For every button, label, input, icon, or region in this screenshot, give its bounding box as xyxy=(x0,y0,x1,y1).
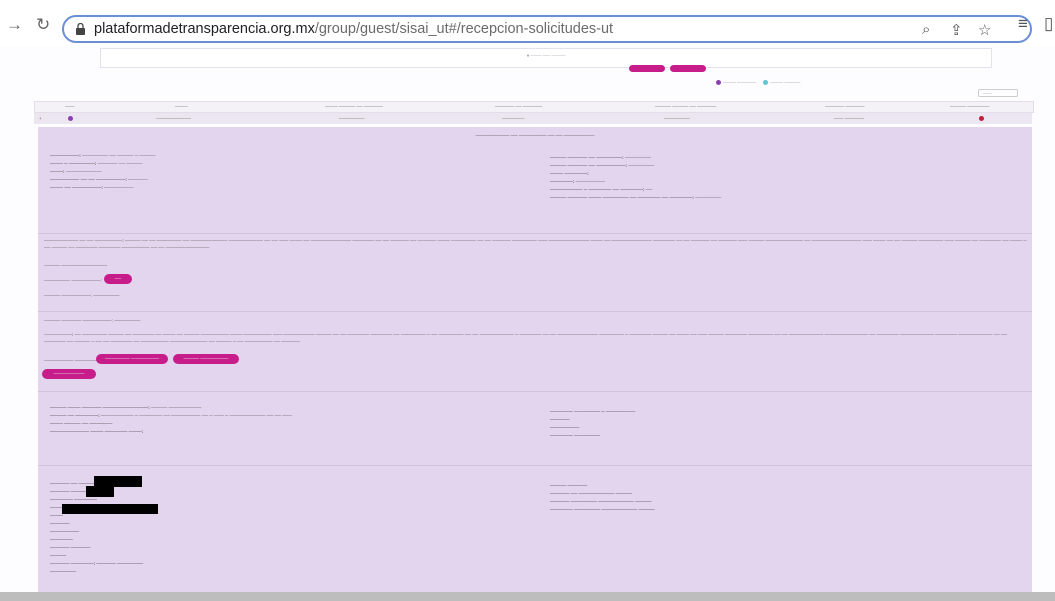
browser-toolbar: → ↻ plataformadetransparencia.org.mx/gro… xyxy=(0,0,1055,46)
applicant-field: ────── xyxy=(50,521,70,526)
section-divider xyxy=(38,233,1032,234)
last-response-date: ───── ────── ─────────: ──────── xyxy=(44,318,141,323)
column-header: ────── ────── xyxy=(825,104,865,109)
regulation-button[interactable]: ────────── xyxy=(42,369,96,379)
bookmark-star-icon[interactable]: ☆ xyxy=(978,21,991,39)
attachments-label: ──────── ─────────: xyxy=(44,278,102,283)
request-description: ─────────── ── ── ─────────: ───── ── ──… xyxy=(44,238,1027,250)
detail-field: ──── ── ─────────: ───────── xyxy=(50,185,134,190)
detail-field: ──── ───── ── ─────── xyxy=(50,421,113,426)
reception-date: ───── ─────────: ──────── xyxy=(44,293,120,298)
attachment-button[interactable]: ── xyxy=(104,274,132,284)
request-detail-panel: ────────── ── ──────── ── ── ───────── ─… xyxy=(38,127,1032,601)
search-input[interactable]: ─── xyxy=(978,89,1018,97)
applicant-field: ────── ───────: ────── ──────── xyxy=(50,561,144,566)
legend-dot-cyan xyxy=(763,80,769,86)
forward-arrow-icon[interactable]: → xyxy=(6,15,23,35)
applicant-field: ──── xyxy=(50,513,64,518)
redaction-box xyxy=(62,504,158,514)
detail-field: ───────: ───────── xyxy=(550,179,605,184)
action-icon[interactable] xyxy=(979,116,984,121)
section-divider xyxy=(38,311,1032,312)
page-content: ● ─── ── ──── ──── ────── ──── ───── ───… xyxy=(0,46,1055,601)
detail-field: ─────────: ──────── ── ───── ─ ───── xyxy=(50,153,156,158)
share-icon[interactable]: ⇪ xyxy=(950,21,963,39)
summary-card: ● ─── ── ──── xyxy=(100,48,992,68)
representative-field: ─────── ──────── ─────────── ───── xyxy=(550,507,655,512)
table-cell: ─────── xyxy=(502,116,525,121)
detail-field: ──────────── ──── ─────── ────: xyxy=(50,429,144,434)
detail-field: ──── ───────: xyxy=(550,171,589,176)
column-header: ───── ─────── xyxy=(950,104,990,109)
table-row[interactable]: + ─────────── ──────── ─────── ──────── … xyxy=(34,113,1032,124)
applicant-field: ───────── xyxy=(50,529,80,534)
zoom-icon[interactable]: ⌕ xyxy=(922,21,930,38)
reading-list-icon[interactable]: ≡ xyxy=(1018,14,1028,34)
column-header: ─── xyxy=(65,104,75,109)
lock-icon xyxy=(76,23,85,35)
column-header: ──── xyxy=(175,104,188,109)
detail-field: ───── ────── ── ─────────: ──────── xyxy=(550,163,655,168)
table-cell: ──────── xyxy=(664,116,690,121)
table-cell: ─── ────── xyxy=(834,116,864,121)
legend: ──── ────── ──── ───── xyxy=(716,80,800,86)
expand-toggle[interactable]: + xyxy=(39,116,42,121)
section-label: ───── ────────────── xyxy=(44,263,108,268)
address-bar[interactable]: plataformadetransparencia.org.mx/group/g… xyxy=(62,15,1032,43)
representative-field: ───── ────── xyxy=(550,483,588,488)
detail-field: ────: ─────────── xyxy=(50,169,102,174)
applicant-field: ──────── xyxy=(50,569,77,574)
detail-field: ───── ────── ── ────────: ──────── xyxy=(550,155,652,160)
legend-dot-purple xyxy=(716,80,721,86)
response-text: ─────────: ── ──────── ───── ── ─────── … xyxy=(44,332,1008,344)
table-header: ─── ──── ──── ───── ── ────── ────── ── … xyxy=(34,101,1034,113)
section-divider xyxy=(38,465,1032,466)
applicant-field: ─────── xyxy=(50,537,73,542)
applicant-field: ─────── ─────── xyxy=(50,497,97,502)
column-header: ──── ───── ── ────── xyxy=(325,104,383,109)
section-divider xyxy=(38,391,1032,392)
action-button[interactable] xyxy=(629,65,665,72)
representative-field: ────── ── ─────────── ───── xyxy=(550,491,632,496)
url-text[interactable]: plataformadetransparencia.org.mx/group/g… xyxy=(94,21,613,37)
acknowledgement-button[interactable]: ───── ───────── xyxy=(173,354,239,364)
detail-field: ───────── ── ── ─────────: ────── xyxy=(50,177,148,182)
blurred-text: ● ─── ── ──── xyxy=(526,53,566,59)
url-domain: plataformadetransparencia.org.mx xyxy=(94,21,315,37)
column-header: ───── ───── ── ────── xyxy=(655,104,717,109)
applicant-field: ────── ────── xyxy=(50,545,91,550)
type-icon xyxy=(68,116,73,121)
detail-field: ───── ── ───────: ────────── ─ ─────── ─… xyxy=(50,413,292,418)
detail-field: ──── ─ ────────: ────── ── ───── xyxy=(50,161,143,166)
detail-field: ─────── ──────── xyxy=(550,433,601,438)
horizontal-scrollbar[interactable] xyxy=(0,592,1055,601)
action-button[interactable] xyxy=(670,65,706,72)
representative-field: ────── ──────── ─────────── ───── xyxy=(550,499,652,504)
reload-icon[interactable]: ↻ xyxy=(36,15,50,35)
side-panel-icon[interactable]: ▯ xyxy=(1044,14,1053,34)
table-cell: ──────── xyxy=(339,116,365,121)
detail-field: ───────── xyxy=(550,425,580,430)
applicant-field: ───── xyxy=(50,553,67,558)
detail-field: ───── ────── ──── ──────── ── ─────── ──… xyxy=(550,195,722,200)
column-header: ────── ── ────── xyxy=(495,104,543,109)
table-cell: ─────────── xyxy=(156,116,192,121)
detail-field: ───── ──── ────── ──────────────: ───── … xyxy=(50,405,202,410)
detail-field: ─────── ──────── ─ ───────── xyxy=(550,409,636,414)
detail-field: ────── xyxy=(550,417,570,422)
url-path: /group/guest/sisai_ut#/recepcion-solicit… xyxy=(314,21,614,37)
detail-title: ────────── ── ──────── ── ── ───────── xyxy=(475,134,595,139)
redaction-box xyxy=(86,486,114,497)
response-attachment-button[interactable]: ──────── ───────── xyxy=(96,354,168,364)
detail-field: ────────── ─ ─────── ── ───────: ── xyxy=(550,187,653,192)
